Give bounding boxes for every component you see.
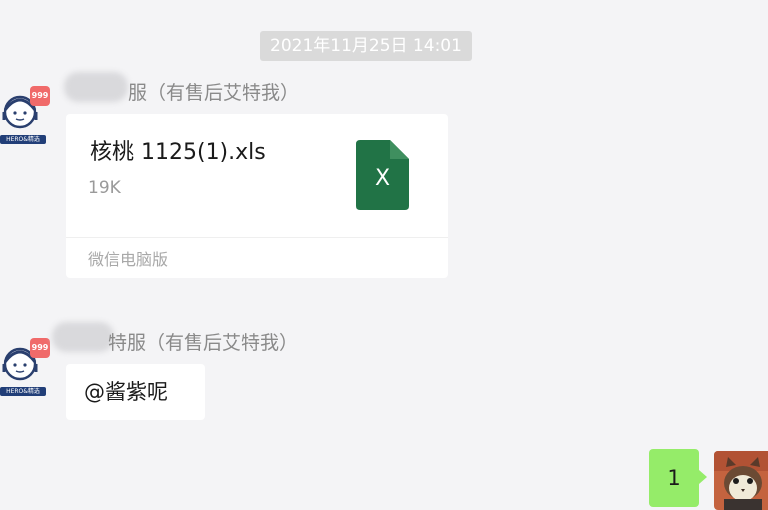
sender-name-redacted (52, 322, 114, 352)
sender-avatar[interactable]: 999 HERO&精选 (0, 86, 52, 144)
file-icon-letter: X (374, 166, 391, 191)
outgoing-message-bubble[interactable]: 1 (649, 449, 707, 507)
message-timestamp: 2021年11月25日 14:01 (260, 31, 472, 61)
file-source: 微信电脑版 (88, 250, 169, 269)
user-avatar-cat-icon (714, 451, 768, 510)
sender-name-redacted (64, 72, 128, 102)
avatar-badge: 999 (30, 338, 50, 358)
avatar-tag: HERO&精选 (0, 135, 46, 144)
sender-name: 服（有售后艾特我） (128, 82, 300, 104)
file-message-card[interactable]: 核桃 1125(1).xls 19K X 微信电脑版 (66, 114, 448, 278)
user-avatar[interactable] (714, 451, 768, 510)
file-name: 核桃 1125(1).xls (90, 140, 266, 165)
sender-name: 特服（有售后艾特我） (108, 332, 299, 354)
sender-avatar[interactable]: 999 HERO&精选 (0, 338, 52, 396)
card-divider (66, 237, 448, 238)
avatar-tag: HERO&精选 (0, 387, 46, 396)
text-message-bubble[interactable]: @酱紫呢 (66, 364, 205, 420)
excel-file-icon: X (356, 140, 409, 210)
avatar-badge: 999 (30, 86, 50, 106)
file-size: 19K (88, 178, 121, 198)
